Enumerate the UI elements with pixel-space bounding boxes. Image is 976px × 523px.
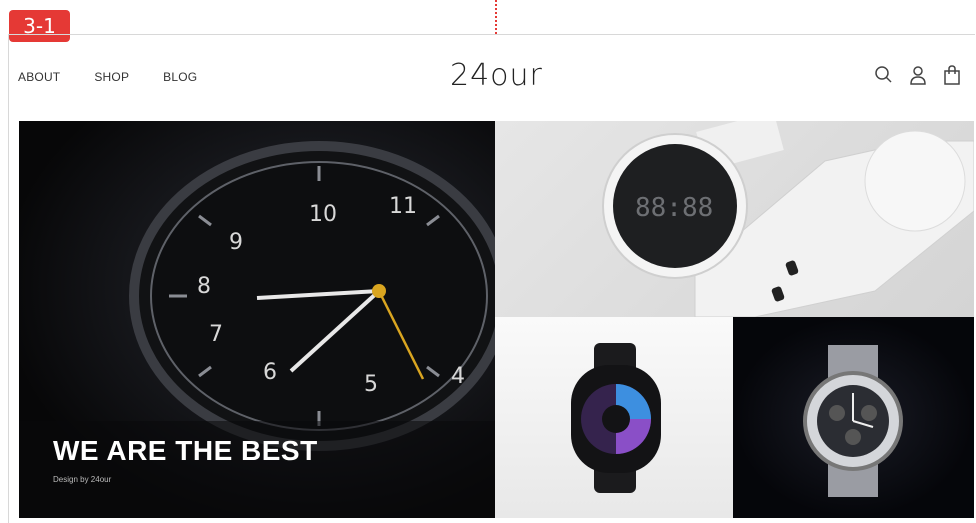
guide-line xyxy=(495,0,497,34)
header-icons xyxy=(874,64,962,86)
nav-blog[interactable]: BLOG xyxy=(163,70,197,84)
product-tile-color-watch[interactable] xyxy=(495,317,733,518)
svg-text:4: 4 xyxy=(451,364,465,389)
svg-text:7: 7 xyxy=(209,322,223,347)
brand-logo[interactable]: 24our xyxy=(450,58,543,93)
main-nav: ABOUT SHOP BLOG xyxy=(18,70,197,84)
search-icon[interactable] xyxy=(874,64,894,86)
user-icon[interactable] xyxy=(908,64,928,86)
svg-text:5: 5 xyxy=(364,372,378,397)
nav-shop[interactable]: SHOP xyxy=(94,70,129,84)
svg-text:8: 8 xyxy=(197,274,211,299)
hero-subtitle: Design by 24our xyxy=(53,475,112,484)
hero-banner[interactable]: 9 8 7 6 5 4 10 11 WE ARE THE BEST Design… xyxy=(19,121,495,518)
svg-text:6: 6 xyxy=(263,360,277,385)
svg-text:10: 10 xyxy=(309,202,337,227)
color-watch-image xyxy=(571,343,661,493)
digital-watch-image: 88:88 xyxy=(602,121,974,317)
svg-text:11: 11 xyxy=(389,194,417,219)
hero-title: WE ARE THE BEST xyxy=(53,435,318,466)
nav-about[interactable]: ABOUT xyxy=(18,70,60,84)
shopping-bag-icon[interactable] xyxy=(942,64,962,86)
product-tile-chronograph[interactable] xyxy=(733,317,974,518)
chronograph-image xyxy=(803,345,903,497)
watch-time-display: 88:88 xyxy=(635,193,713,223)
product-tile-digital-watch[interactable]: 88:88 xyxy=(495,121,974,317)
svg-text:9: 9 xyxy=(229,230,243,255)
